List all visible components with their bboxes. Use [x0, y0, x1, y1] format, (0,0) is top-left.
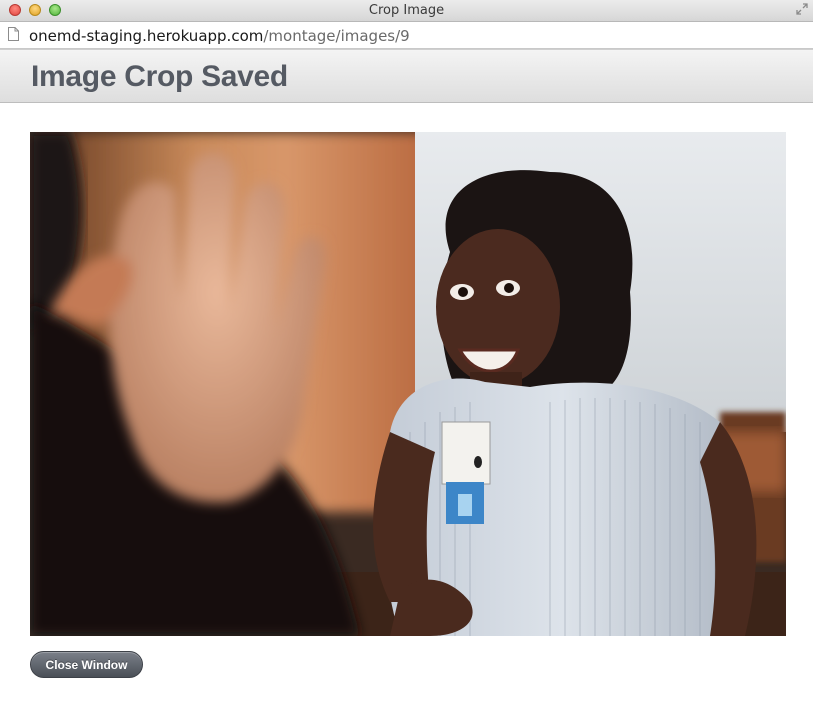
title-bar: Crop Image	[0, 0, 813, 22]
cropped-image	[30, 132, 786, 636]
address-bar[interactable]: onemd-staging.herokuapp.com/montage/imag…	[0, 22, 813, 49]
fullscreen-icon[interactable]	[795, 3, 809, 17]
url-path: /montage/images/9	[263, 27, 410, 45]
page-header: Image Crop Saved	[0, 49, 813, 103]
cropped-photo	[30, 132, 786, 636]
url-text[interactable]: onemd-staging.herokuapp.com/montage/imag…	[29, 27, 410, 45]
page-title: Image Crop Saved	[31, 60, 288, 93]
close-window-button[interactable]: Close Window	[30, 651, 143, 678]
page-icon	[8, 27, 19, 41]
window-title: Crop Image	[368, 3, 445, 18]
browser-window: Crop Image onemd-staging.herokuapp.com/m…	[0, 0, 813, 707]
url-host: onemd-staging.herokuapp.com	[29, 27, 264, 45]
